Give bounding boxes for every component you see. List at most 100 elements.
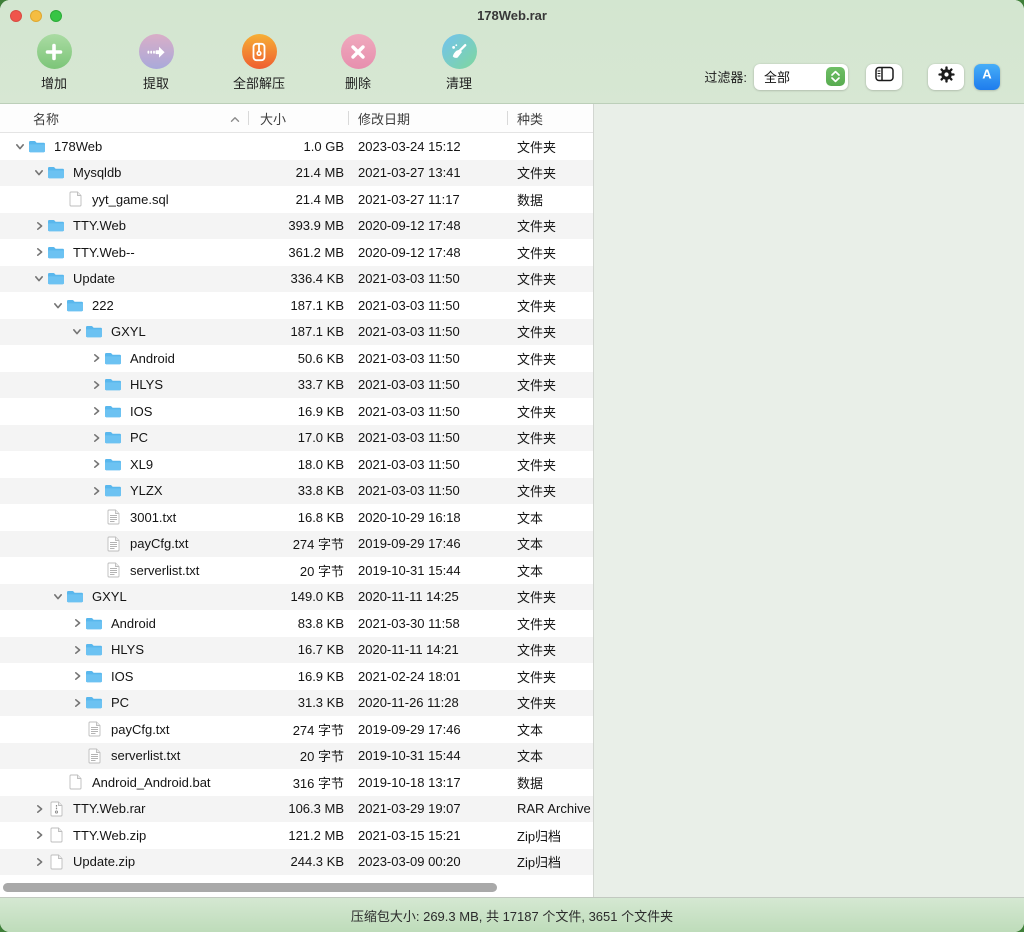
file-name: Update	[73, 271, 115, 286]
file-icon	[64, 191, 86, 207]
extract-all-button[interactable]: 全部解压	[213, 34, 305, 92]
column-header-kind[interactable]: 种类	[507, 104, 593, 132]
disclosure-chevron[interactable]	[33, 830, 45, 840]
file-kind: 文件夹	[507, 296, 593, 315]
file-size: 16.9 KB	[248, 669, 348, 684]
disclosure-chevron[interactable]	[33, 804, 45, 814]
name-cell: HLYS	[0, 642, 248, 657]
extract-arrow-icon	[139, 34, 174, 69]
table-row[interactable]: payCfg.txt 274 字节 2019-09-29 17:46 文本	[0, 531, 593, 558]
table-row[interactable]: GXYL 149.0 KB 2020-11-11 14:25 文件夹	[0, 584, 593, 611]
file-date: 2021-03-03 11:50	[348, 298, 507, 313]
table-row[interactable]: serverlist.txt 20 字节 2019-10-31 15:44 文本	[0, 557, 593, 584]
disclosure-chevron[interactable]	[33, 247, 45, 257]
file-kind: 文件夹	[507, 481, 593, 500]
table-row[interactable]: IOS 16.9 KB 2021-03-03 11:50 文件夹	[0, 398, 593, 425]
file-kind: 文件夹	[507, 216, 593, 235]
appstore-a-icon: A	[978, 65, 996, 88]
add-button[interactable]: 增加	[8, 34, 100, 92]
file-name: payCfg.txt	[130, 536, 189, 551]
file-name: Update.zip	[73, 854, 135, 869]
file-size: 336.4 KB	[248, 271, 348, 286]
disclosure-chevron[interactable]	[71, 671, 83, 681]
disclosure-chevron[interactable]	[52, 592, 64, 601]
table-row[interactable]: 3001.txt 16.8 KB 2020-10-29 16:18 文本	[0, 504, 593, 531]
toggle-sidebar-button[interactable]	[866, 64, 902, 90]
file-date: 2021-03-03 11:50	[348, 483, 507, 498]
table-row[interactable]: XL9 18.0 KB 2021-03-03 11:50 文件夹	[0, 451, 593, 478]
table-row[interactable]: PC 31.3 KB 2020-11-26 11:28 文件夹	[0, 690, 593, 717]
name-cell: serverlist.txt	[0, 562, 248, 578]
table-row[interactable]: serverlist.txt 20 字节 2019-10-31 15:44 文本	[0, 743, 593, 770]
name-cell: payCfg.txt	[0, 721, 248, 737]
table-row[interactable]: 222 187.1 KB 2021-03-03 11:50 文件夹	[0, 292, 593, 319]
table-row[interactable]: HLYS 33.7 KB 2021-03-03 11:50 文件夹	[0, 372, 593, 399]
disclosure-chevron[interactable]	[33, 857, 45, 867]
file-kind: 文本	[507, 534, 593, 553]
disclosure-chevron[interactable]	[33, 168, 45, 177]
column-header-name[interactable]: 名称	[0, 104, 248, 132]
disclosure-chevron[interactable]	[71, 645, 83, 655]
disclosure-chevron[interactable]	[90, 486, 102, 496]
gear-icon	[938, 66, 955, 88]
text-file-icon	[102, 536, 124, 552]
column-header-size[interactable]: 大小	[248, 104, 348, 132]
file-kind: 文本	[507, 561, 593, 580]
table-row[interactable]: Mysqldb 21.4 MB 2021-03-27 13:41 文件夹	[0, 160, 593, 187]
disclosure-chevron[interactable]	[90, 406, 102, 416]
table-row[interactable]: Update 336.4 KB 2021-03-03 11:50 文件夹	[0, 266, 593, 293]
disclosure-chevron[interactable]	[90, 459, 102, 469]
table-row[interactable]: payCfg.txt 274 字节 2019-09-29 17:46 文本	[0, 716, 593, 743]
file-name: yyt_game.sql	[92, 192, 169, 207]
file-name: IOS	[130, 404, 152, 419]
extract-button[interactable]: 提取	[110, 34, 202, 92]
table-row[interactable]: Android 50.6 KB 2021-03-03 11:50 文件夹	[0, 345, 593, 372]
disclosure-chevron[interactable]	[33, 221, 45, 231]
table-row[interactable]: yyt_game.sql 21.4 MB 2021-03-27 11:17 数据	[0, 186, 593, 213]
name-cell: Android	[0, 616, 248, 631]
sort-ascending-icon	[230, 111, 240, 126]
disclosure-chevron[interactable]	[52, 301, 64, 310]
filter-dropdown[interactable]: 全部	[754, 64, 848, 90]
table-row[interactable]: TTY.Web.rar 106.3 MB 2021-03-29 19:07 RA…	[0, 796, 593, 823]
table-row[interactable]: IOS 16.9 KB 2021-02-24 18:01 文件夹	[0, 663, 593, 690]
file-kind: 文件夹	[507, 614, 593, 633]
table-row[interactable]: GXYL 187.1 KB 2021-03-03 11:50 文件夹	[0, 319, 593, 346]
table-row[interactable]: TTY.Web.zip 121.2 MB 2021-03-15 15:21 Zi…	[0, 822, 593, 849]
table-row[interactable]: 178Web 1.0 GB 2023-03-24 15:12 文件夹	[0, 133, 593, 160]
table-row[interactable]: TTY.Web 393.9 MB 2020-09-12 17:48 文件夹	[0, 213, 593, 240]
disclosure-chevron[interactable]	[90, 433, 102, 443]
disclosure-chevron[interactable]	[14, 142, 26, 151]
table-row[interactable]: TTY.Web-- 361.2 MB 2020-09-12 17:48 文件夹	[0, 239, 593, 266]
horizontal-scrollbar-thumb[interactable]	[3, 883, 497, 892]
disclosure-chevron[interactable]	[71, 618, 83, 628]
file-name: TTY.Web--	[73, 245, 135, 260]
name-cell: serverlist.txt	[0, 748, 248, 764]
column-header-date[interactable]: 修改日期	[348, 104, 507, 132]
file-date: 2020-10-29 16:18	[348, 510, 507, 525]
table-row[interactable]: Android_Android.bat 316 字节 2019-10-18 13…	[0, 769, 593, 796]
table-row[interactable]: YLZX 33.8 KB 2021-03-03 11:50 文件夹	[0, 478, 593, 505]
table-row[interactable]: Update.zip 244.3 KB 2023-03-09 00:20 Zip…	[0, 849, 593, 876]
name-cell: Mysqldb	[0, 165, 248, 180]
dropdown-stepper-icon	[826, 67, 845, 86]
clean-button[interactable]: 清理	[413, 34, 505, 92]
disclosure-chevron[interactable]	[90, 353, 102, 363]
disclosure-chevron[interactable]	[71, 698, 83, 708]
disclosure-chevron[interactable]	[90, 380, 102, 390]
file-icon	[45, 827, 67, 843]
table-row[interactable]: Android 83.8 KB 2021-03-30 11:58 文件夹	[0, 610, 593, 637]
settings-button[interactable]	[928, 64, 964, 90]
status-bar: 压缩包大小: 269.3 MB, 共 17187 个文件, 3651 个文件夹	[0, 897, 1024, 932]
name-cell: yyt_game.sql	[0, 191, 248, 207]
table-row[interactable]: HLYS 16.7 KB 2020-11-11 14:21 文件夹	[0, 637, 593, 664]
appstore-button[interactable]: A	[974, 64, 1000, 90]
delete-button[interactable]: 删除	[312, 34, 404, 92]
disclosure-chevron[interactable]	[71, 327, 83, 336]
filter-selected-value: 全部	[764, 67, 790, 86]
table-header: 名称 大小 修改日期 种类	[0, 104, 593, 133]
folder-icon	[102, 457, 124, 472]
file-size: 18.0 KB	[248, 457, 348, 472]
table-row[interactable]: PC 17.0 KB 2021-03-03 11:50 文件夹	[0, 425, 593, 452]
disclosure-chevron[interactable]	[33, 274, 45, 283]
